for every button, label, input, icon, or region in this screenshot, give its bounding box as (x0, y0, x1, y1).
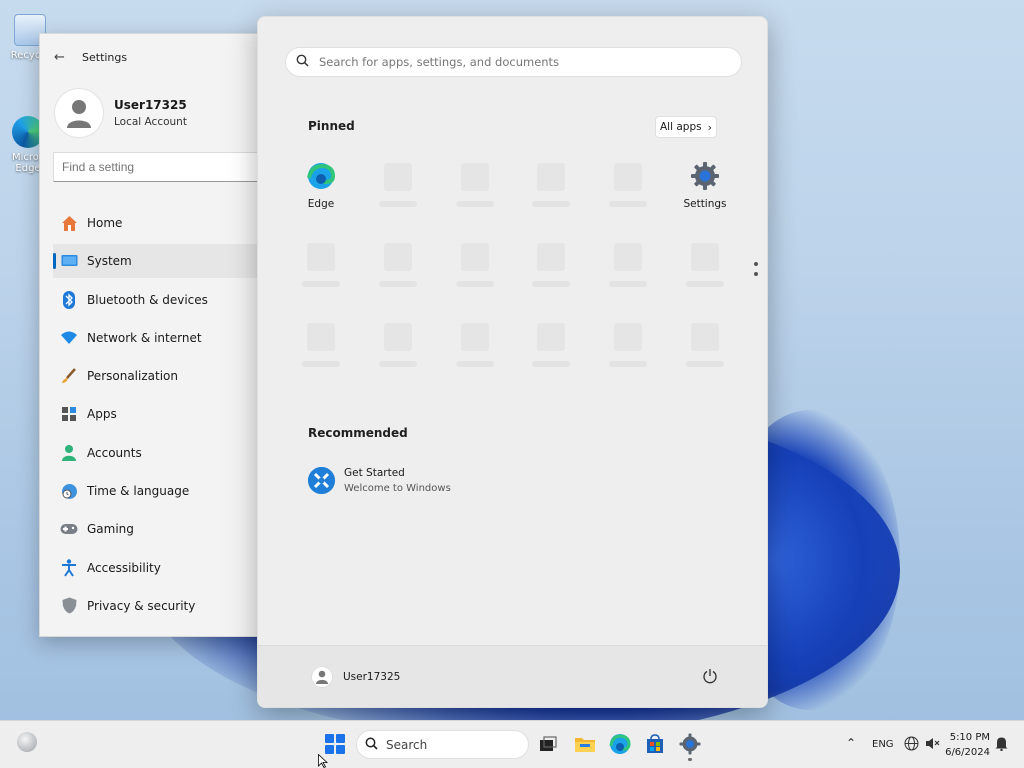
mouse-cursor (318, 754, 328, 768)
file-explorer-icon[interactable] (574, 733, 596, 755)
home-icon (60, 214, 78, 232)
start-footer: User17325 (258, 645, 767, 707)
settings-window: ← Settings User17325 Local Account Home … (39, 33, 270, 637)
edge-icon (306, 161, 336, 191)
pinned-placeholder (598, 323, 658, 367)
settings-taskbar-icon[interactable] (679, 733, 701, 761)
profile-name: User17325 (114, 98, 187, 112)
pinned-placeholder (521, 163, 581, 207)
search-icon (296, 54, 309, 70)
nav-item-system[interactable]: System (53, 244, 268, 279)
pinned-app-settings[interactable]: Settings (675, 161, 735, 210)
gear-icon (690, 161, 720, 191)
pinned-title: Pinned (308, 119, 355, 133)
edge-icon[interactable] (609, 733, 631, 755)
clock-time: 5:10 PM (949, 732, 990, 743)
back-arrow-icon[interactable]: ← (54, 50, 68, 65)
brush-icon (60, 367, 78, 385)
nav-item-personalization[interactable]: Personalization (53, 359, 268, 393)
bluetooth-icon (60, 290, 78, 309)
taskbar-search[interactable]: Search (356, 730, 529, 759)
task-view-icon[interactable] (537, 733, 559, 755)
start-user-button[interactable]: User17325 (311, 666, 400, 688)
clock-date: 6/6/2024 (945, 747, 990, 758)
globe-clock-icon (60, 482, 78, 500)
nav-item-home[interactable]: Home (53, 206, 268, 240)
settings-nav: Home System Bluetooth & devices Network … (40, 206, 268, 623)
gamepad-icon (60, 520, 78, 538)
nav-item-apps[interactable]: Apps (53, 397, 268, 431)
start-search-box[interactable]: Search for apps, settings, and documents (285, 47, 742, 77)
page-dots[interactable] (754, 262, 758, 282)
notification-bell-icon[interactable] (995, 736, 1009, 752)
start-button[interactable] (325, 734, 345, 754)
running-indicator (688, 758, 692, 761)
nav-item-network[interactable]: Network & internet (53, 321, 268, 355)
pinned-placeholder (368, 243, 428, 287)
get-started-icon (308, 467, 335, 494)
recommended-item-get-started[interactable]: Get Started Welcome to Windows (308, 467, 451, 494)
search-icon (365, 737, 378, 753)
wifi-icon (60, 329, 78, 347)
chevron-up-icon[interactable]: ⌃ (846, 736, 856, 750)
pinned-placeholder (291, 323, 351, 367)
nav-item-bluetooth[interactable]: Bluetooth & devices (53, 283, 268, 317)
pinned-placeholder (445, 163, 505, 207)
person-icon (60, 444, 78, 462)
start-menu: Search for apps, settings, and documents… (257, 16, 768, 708)
settings-titlebar: ← Settings (40, 34, 268, 80)
find-setting-input[interactable] (53, 152, 270, 182)
nav-item-time-language[interactable]: Time & language (53, 474, 268, 508)
pinned-placeholder (675, 243, 735, 287)
avatar (311, 666, 333, 688)
all-apps-button[interactable]: All apps › (655, 116, 717, 138)
widgets-icon[interactable] (17, 732, 37, 752)
avatar (54, 88, 104, 138)
pinned-placeholder (368, 323, 428, 367)
pinned-placeholder (598, 163, 658, 207)
volume-muted-icon[interactable] (925, 736, 941, 752)
pinned-placeholder (675, 323, 735, 367)
store-icon[interactable] (644, 733, 666, 755)
taskbar: Search ⌃ ENG 5:10 PM 6/6/2024 (0, 720, 1024, 768)
nav-item-accounts[interactable]: Accounts (53, 436, 268, 470)
clock[interactable]: 5:10 PM 6/6/2024 (944, 730, 990, 760)
person-icon (67, 100, 91, 128)
pinned-placeholder (291, 243, 351, 287)
pinned-placeholder (445, 243, 505, 287)
nav-item-privacy-security[interactable]: Privacy & security (53, 589, 268, 623)
monitor-icon (60, 252, 78, 270)
settings-title: Settings (82, 50, 128, 64)
accessibility-icon (60, 558, 78, 577)
apps-icon (60, 405, 78, 423)
nav-item-accessibility[interactable]: Accessibility (53, 551, 268, 585)
language-indicator[interactable]: ENG (872, 739, 894, 750)
pinned-placeholder (521, 243, 581, 287)
pinned-placeholder (598, 243, 658, 287)
pinned-placeholder (368, 163, 428, 207)
pinned-app-edge[interactable]: Edge (291, 161, 351, 210)
person-icon (316, 670, 328, 684)
chevron-right-icon: › (707, 120, 712, 134)
network-globe-icon[interactable] (904, 736, 920, 752)
nav-item-gaming[interactable]: Gaming (53, 512, 268, 546)
profile-account-type: Local Account (114, 116, 187, 128)
recommended-title: Recommended (308, 426, 408, 440)
pinned-placeholder (445, 323, 505, 367)
power-icon[interactable] (702, 668, 720, 686)
shield-icon (60, 597, 78, 615)
settings-profile[interactable]: User17325 Local Account (40, 80, 268, 152)
start-search-placeholder: Search for apps, settings, and documents (319, 55, 560, 69)
pinned-placeholder (521, 323, 581, 367)
